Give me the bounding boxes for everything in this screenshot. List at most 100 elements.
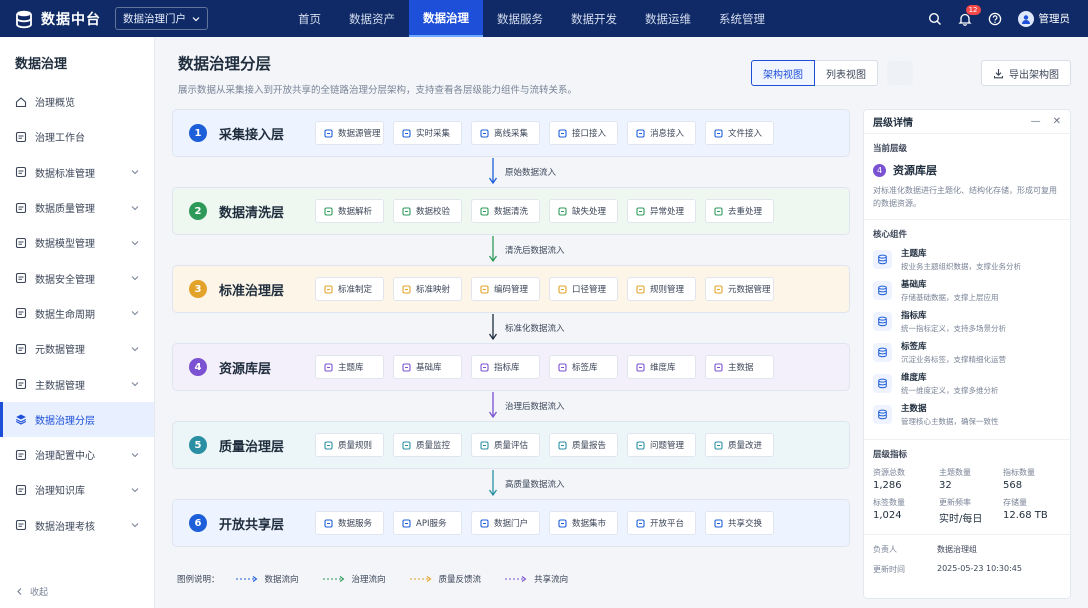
core-component-item[interactable]: 指标库 统一指标定义，支持多场景分析 bbox=[873, 306, 1061, 337]
layer-component-chip[interactable]: 数据清洗 bbox=[471, 199, 540, 223]
portal-select[interactable]: 数据治理门户 bbox=[115, 7, 208, 30]
sidebar-item-1[interactable]: 治理工作台 bbox=[0, 119, 154, 154]
nav-item-5[interactable]: 数据运维 bbox=[631, 0, 705, 37]
sidebar-item-12[interactable]: 数据治理考核 bbox=[0, 508, 154, 543]
chevron-down-icon[interactable] bbox=[131, 486, 139, 494]
layer-component-chip[interactable]: 开放平台 bbox=[627, 511, 696, 535]
core-component-item[interactable]: 基础库 存储基础数据，支撑上层应用 bbox=[873, 275, 1061, 306]
sidebar-item-3[interactable]: 数据质量管理 bbox=[0, 190, 154, 225]
list-view-button[interactable]: 列表视图 bbox=[815, 60, 878, 86]
layer-component-chip[interactable]: 编码管理 bbox=[471, 277, 540, 301]
layer-component-chip[interactable]: 规则管理 bbox=[627, 277, 696, 301]
sidebar-item-0[interactable]: 治理概览 bbox=[0, 84, 154, 119]
layer-4[interactable]: 4 资源库层 主题库 基础库 指标库 标签库 维度库 主数据 bbox=[172, 343, 850, 391]
core-component-item[interactable]: 标签库 沉淀业务标签，支撑精细化运营 bbox=[873, 337, 1061, 368]
layer-component-chip[interactable]: 数据解析 bbox=[315, 199, 384, 223]
layer-component-chip[interactable]: 数据服务 bbox=[315, 511, 384, 535]
nav-item-4[interactable]: 数据开发 bbox=[557, 0, 631, 37]
chevron-down-icon[interactable] bbox=[131, 204, 139, 212]
chevron-down-icon[interactable] bbox=[131, 451, 139, 459]
layer-component-chip[interactable]: 数据源管理 bbox=[315, 121, 384, 145]
sidebar-item-6[interactable]: 数据生命周期 bbox=[0, 296, 154, 331]
layer-component-chip[interactable]: 标签库 bbox=[549, 355, 618, 379]
legend: 图例说明： 数据流向 治理流向 质量反馈流 共享流向 bbox=[177, 573, 592, 585]
sidebar-collapse-button[interactable]: 收起 bbox=[15, 585, 48, 598]
layer-component-chip[interactable]: 数据校验 bbox=[393, 199, 462, 223]
layer-component-chip[interactable]: 数据集市 bbox=[549, 511, 618, 535]
layer-component-chip[interactable]: 口径管理 bbox=[549, 277, 618, 301]
layer-component-chip[interactable]: 基础库 bbox=[393, 355, 462, 379]
layer-component-chip[interactable]: 标准映射 bbox=[393, 277, 462, 301]
minimize-icon[interactable]: — bbox=[1031, 116, 1041, 127]
sidebar-item-11[interactable]: 治理知识库 bbox=[0, 472, 154, 507]
layer-component-chip[interactable]: 主数据 bbox=[705, 355, 774, 379]
sidebar-item-2[interactable]: 数据标准管理 bbox=[0, 155, 154, 190]
nav-item-3[interactable]: 数据服务 bbox=[483, 0, 557, 37]
layer-component-chip[interactable]: 接口接入 bbox=[549, 121, 618, 145]
architecture-view-button[interactable]: 架构视图 bbox=[751, 60, 815, 86]
chevron-down-icon[interactable] bbox=[131, 309, 139, 317]
layer-component-chip[interactable]: 质量监控 bbox=[393, 433, 462, 457]
layer-component-chip[interactable]: 文件接入 bbox=[705, 121, 774, 145]
close-icon[interactable]: ✕ bbox=[1053, 116, 1061, 127]
help-icon[interactable] bbox=[988, 11, 1003, 26]
component-label: 指标库 bbox=[494, 363, 520, 373]
nav-item-1[interactable]: 数据资产 bbox=[335, 0, 409, 37]
chevron-down-icon[interactable] bbox=[131, 274, 139, 282]
placeholder-icon-button[interactable] bbox=[887, 61, 913, 85]
layer-3[interactable]: 3 标准治理层 标准制定 标准映射 编码管理 口径管理 规则管理 元数据管理 bbox=[172, 265, 850, 313]
layer-6[interactable]: 6 开放共享层 数据服务 API服务 数据门户 数据集市 开放平台 共享交换 bbox=[172, 499, 850, 547]
sidebar-item-10[interactable]: 治理配置中心 bbox=[0, 437, 154, 472]
component-label: 离线采集 bbox=[494, 129, 529, 139]
component-icon bbox=[480, 128, 489, 138]
nav-item-6[interactable]: 系统管理 bbox=[705, 0, 779, 37]
core-component-item[interactable]: 主题库 按业务主题组织数据，支撑业务分析 bbox=[873, 244, 1061, 275]
layer-component-chip[interactable]: 指标库 bbox=[471, 355, 540, 379]
sidebar-item-7[interactable]: 元数据管理 bbox=[0, 331, 154, 366]
layer-component-chip[interactable]: 问题管理 bbox=[627, 433, 696, 457]
layer-component-chip[interactable]: 消息接入 bbox=[627, 121, 696, 145]
top-navbar: 数据中台 数据治理门户 首页 数据资产 数据治理 数据服务 数据开发 数据运维 系统管理 1… bbox=[0, 0, 1088, 37]
export-label: 导出架构图 bbox=[1009, 69, 1059, 81]
layer-component-chip[interactable]: 质量改进 bbox=[705, 433, 774, 457]
layer-component-chip[interactable]: 缺失处理 bbox=[549, 199, 618, 223]
layer-5[interactable]: 5 质量治理层 质量规则 质量监控 质量评估 质量报告 问题管理 质量改进 bbox=[172, 421, 850, 469]
core-component-item[interactable]: 维度库 统一维度定义，支撑多维分析 bbox=[873, 368, 1061, 399]
component-name: 标签库 bbox=[901, 342, 927, 352]
layer-component-chip[interactable]: 元数据管理 bbox=[705, 277, 774, 301]
chevron-down-icon[interactable] bbox=[131, 168, 139, 176]
layer-component-chip[interactable]: API服务 bbox=[393, 511, 462, 535]
layer-component-chip[interactable]: 数据门户 bbox=[471, 511, 540, 535]
chevron-down-icon[interactable] bbox=[131, 345, 139, 353]
layer-component-chip[interactable]: 质量规则 bbox=[315, 433, 384, 457]
layer-1[interactable]: 1 采集接入层 数据源管理 实时采集 离线采集 接口接入 消息接入 文件接入 bbox=[172, 109, 850, 157]
layer-component-chip[interactable]: 主题库 bbox=[315, 355, 384, 379]
flow-label: 标准化数据流入 bbox=[505, 324, 565, 334]
sidebar-item-4[interactable]: 数据模型管理 bbox=[0, 225, 154, 260]
notification-bell-icon[interactable]: 12 bbox=[958, 5, 981, 26]
search-icon[interactable] bbox=[928, 11, 943, 26]
sidebar-item-8[interactable]: 主数据管理 bbox=[0, 366, 154, 401]
layer-component-chip[interactable]: 去重处理 bbox=[705, 199, 774, 223]
user-menu[interactable]: 管理员 bbox=[1017, 10, 1070, 27]
nav-item-2[interactable]: 数据治理 bbox=[409, 0, 483, 37]
layer-component-chip[interactable]: 共享交换 bbox=[705, 511, 774, 535]
layer-component-chip[interactable]: 质量报告 bbox=[549, 433, 618, 457]
dimension-db-icon bbox=[873, 374, 892, 393]
core-component-item[interactable]: 主数据 管理核心主数据，确保一致性 bbox=[873, 399, 1061, 430]
chevron-down-icon[interactable] bbox=[131, 239, 139, 247]
layer-component-chip[interactable]: 标准制定 bbox=[315, 277, 384, 301]
layer-component-chip[interactable]: 实时采集 bbox=[393, 121, 462, 145]
app-logo[interactable]: 数据中台 bbox=[0, 9, 112, 29]
layer-2[interactable]: 2 数据清洗层 数据解析 数据校验 数据清洗 缺失处理 异常处理 去重处理 bbox=[172, 187, 850, 235]
nav-item-0[interactable]: 首页 bbox=[284, 0, 335, 37]
sidebar-item-5[interactable]: 数据安全管理 bbox=[0, 260, 154, 295]
layer-component-chip[interactable]: 质量评估 bbox=[471, 433, 540, 457]
layer-component-chip[interactable]: 离线采集 bbox=[471, 121, 540, 145]
export-diagram-button[interactable]: 导出架构图 bbox=[981, 60, 1071, 86]
chevron-down-icon[interactable] bbox=[131, 380, 139, 388]
layer-component-chip[interactable]: 维度库 bbox=[627, 355, 696, 379]
layer-component-chip[interactable]: 异常处理 bbox=[627, 199, 696, 223]
sidebar-item-9[interactable]: 数据治理分层 bbox=[0, 401, 154, 438]
chevron-down-icon[interactable] bbox=[131, 521, 139, 529]
